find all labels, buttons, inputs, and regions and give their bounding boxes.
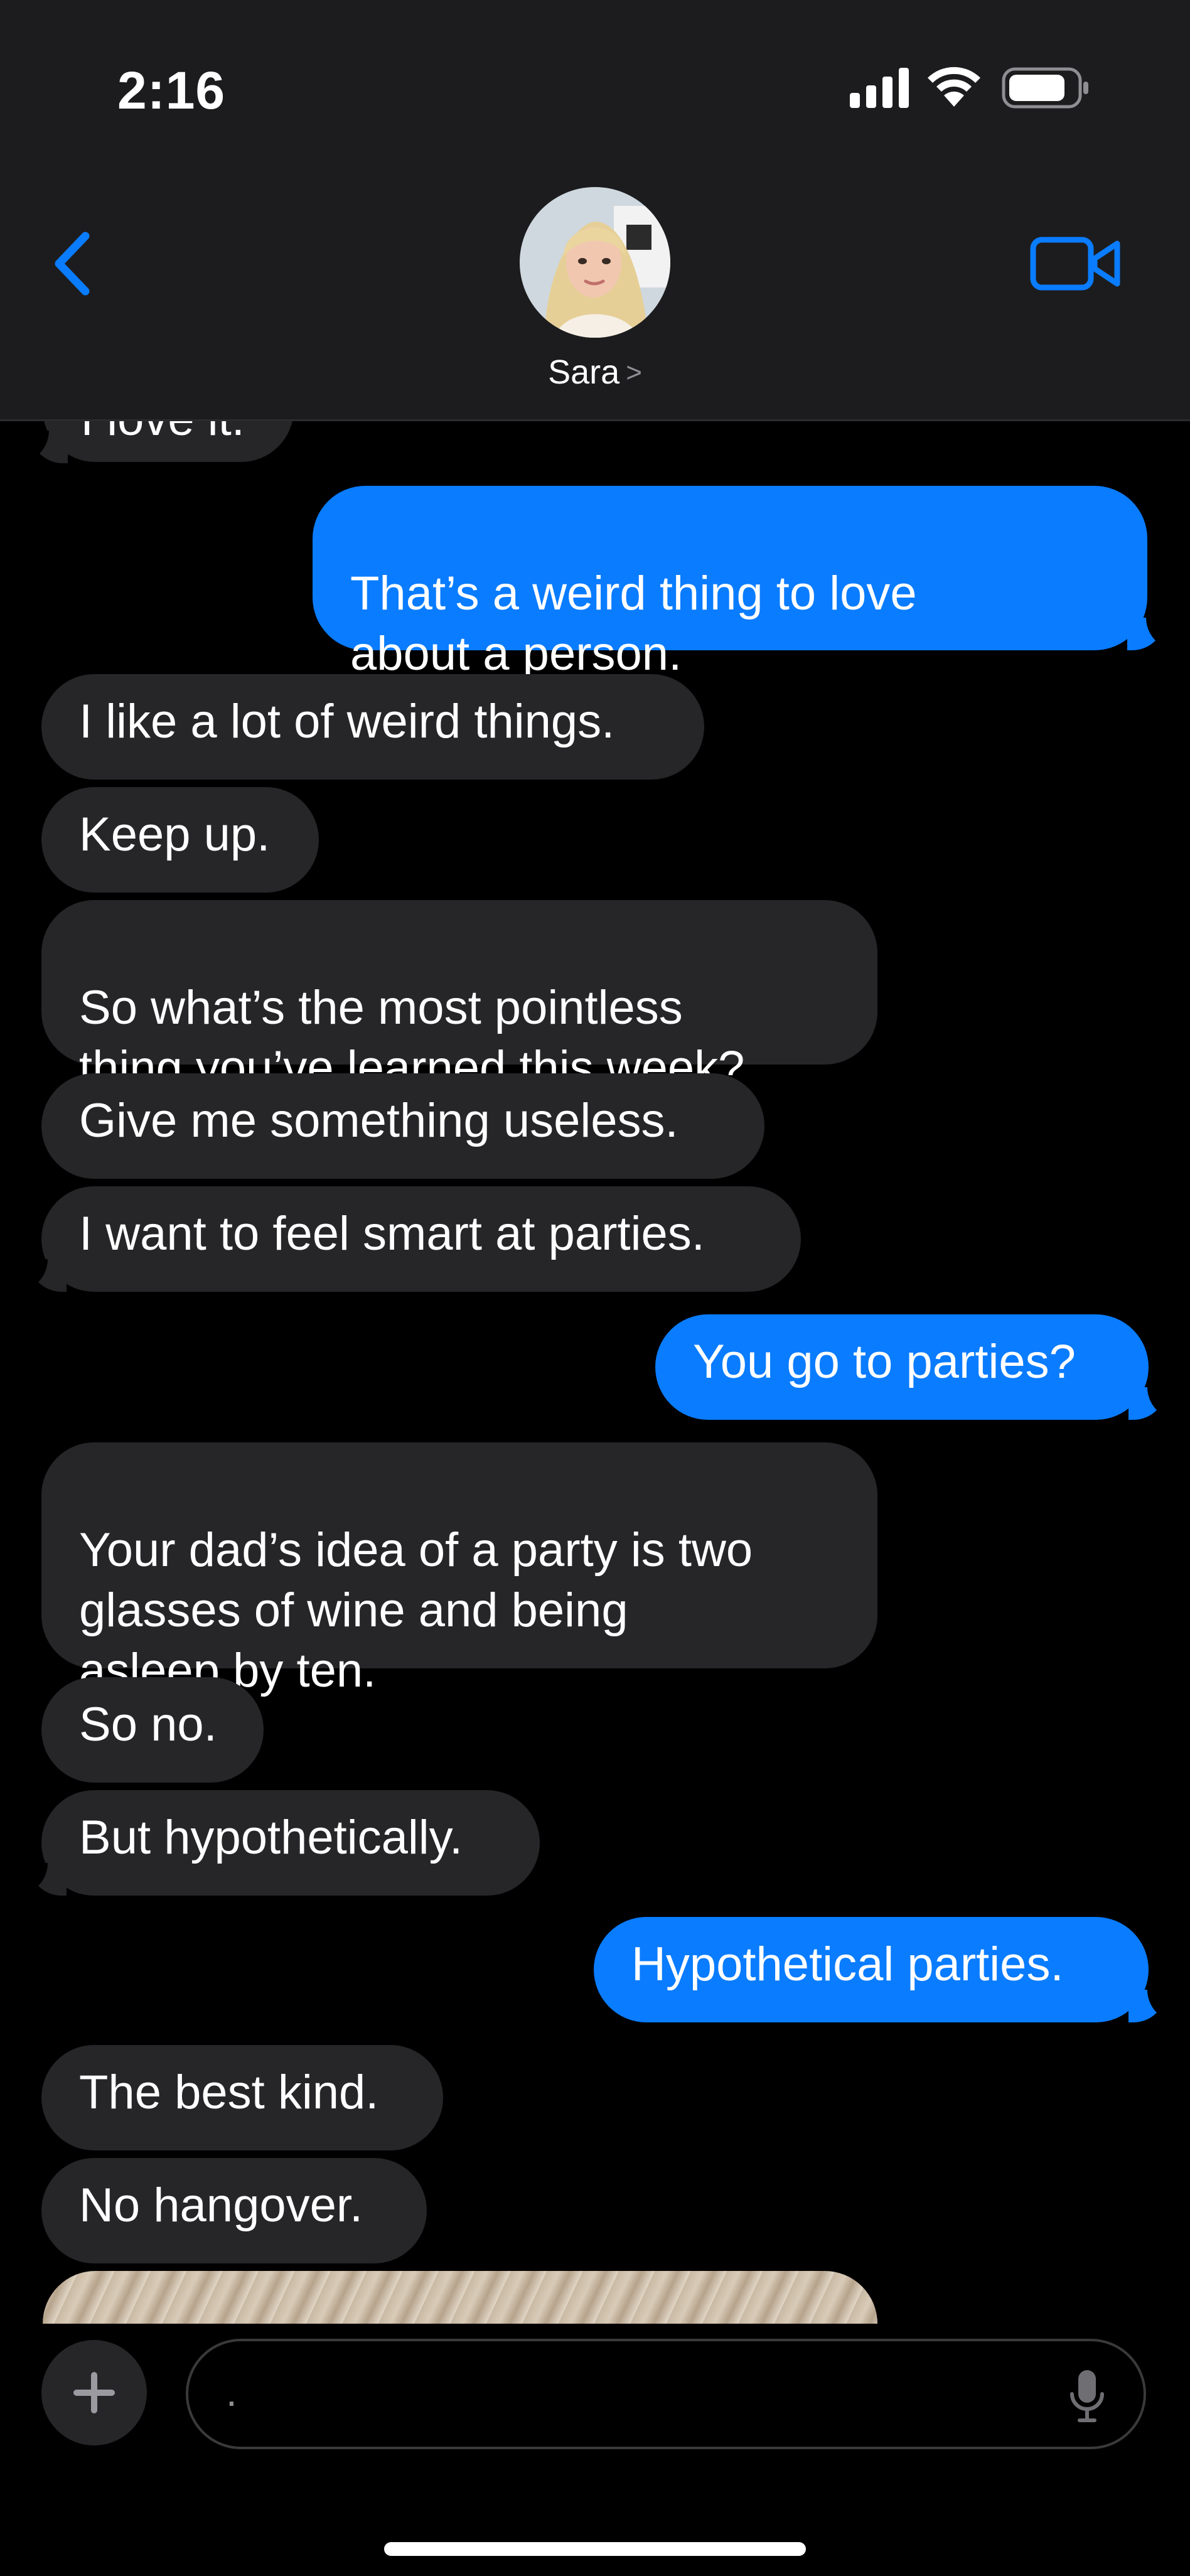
bubble-tail	[1127, 618, 1184, 650]
message-bubble-outgoing[interactable]: Hypothetical parties.	[594, 1917, 1149, 2022]
message-bubble-incoming[interactable]: Your dad’s idea of a party is two glasse…	[41, 1442, 877, 1697]
message-text: That’s a weird thing to love about a per…	[350, 567, 917, 680]
microphone-icon[interactable]	[1068, 2368, 1106, 2424]
message-text: Keep up.	[79, 808, 271, 861]
message-bubble-incoming[interactable]: But hypothetically.	[41, 1790, 540, 1896]
bubble-tail	[1128, 1387, 1185, 1420]
message-bubble-incoming[interactable]: Keep up.	[41, 787, 319, 893]
bubble-tail	[10, 1863, 67, 1896]
message-text: The best kind.	[79, 2066, 379, 2119]
message-bubble-incoming[interactable]: I like a lot of weird things.	[41, 674, 704, 780]
message-bubble-incoming[interactable]: I want to feel smart at parties.	[41, 1186, 801, 1292]
message-text: So no.	[79, 1698, 217, 1751]
message-bubble-incoming[interactable]: The best kind.	[41, 2045, 443, 2150]
message-input[interactable]: .	[186, 2339, 1146, 2449]
message-text: No hangover.	[79, 2179, 363, 2232]
message-input-placeholder: .	[226, 2369, 237, 2415]
message-text: Your dad’s idea of a party is two glasse…	[79, 1523, 753, 1697]
status-time: 2:16	[117, 61, 226, 120]
chevron-right-icon: >	[626, 357, 642, 388]
message-text: You go to parties?	[693, 1335, 1076, 1388]
cellular-signal-icon	[850, 68, 909, 108]
photo-attachment[interactable]	[43, 2271, 877, 2324]
message-text: I like a lot of weird things.	[79, 695, 615, 748]
message-bubble-incoming[interactable]: Give me something useless.	[41, 1073, 764, 1179]
message-text: Give me something useless.	[79, 1094, 678, 1147]
contact-name-button[interactable]: Sara >	[0, 353, 1190, 392]
message-bubble-incoming[interactable]: So what’s the most pointless thing you’v…	[41, 900, 877, 1095]
bubble-tail	[10, 1259, 67, 1292]
message-text: But hypothetically.	[79, 1811, 463, 1864]
contact-photo	[520, 187, 670, 338]
message-bubble-incoming[interactable]: So no.	[41, 1677, 264, 1783]
conversation-header: 2:16 Sara >	[0, 0, 1190, 421]
wifi-icon	[928, 67, 980, 107]
message-text: Hypothetical parties.	[631, 1938, 1064, 1991]
battery-icon	[1002, 67, 1088, 109]
video-camera-icon	[1030, 237, 1120, 291]
bubble-tail	[11, 431, 68, 463]
contact-name: Sara	[548, 353, 620, 391]
video-call-button[interactable]	[1029, 232, 1123, 295]
message-bubble-outgoing[interactable]: You go to parties?	[655, 1314, 1149, 1420]
message-text: I want to feel smart at parties.	[79, 1207, 705, 1260]
message-bubble-incoming[interactable]: No hangover.	[41, 2158, 427, 2263]
avatar[interactable]	[520, 187, 670, 338]
chevron-left-icon	[55, 232, 90, 296]
back-button[interactable]	[44, 226, 107, 301]
home-indicator	[384, 2542, 806, 2556]
bubble-tail	[1128, 1990, 1185, 2022]
message-bubble-outgoing[interactable]: That’s a weird thing to love about a per…	[313, 486, 1147, 680]
plus-icon	[73, 2372, 115, 2413]
add-attachment-button[interactable]	[41, 2340, 147, 2445]
